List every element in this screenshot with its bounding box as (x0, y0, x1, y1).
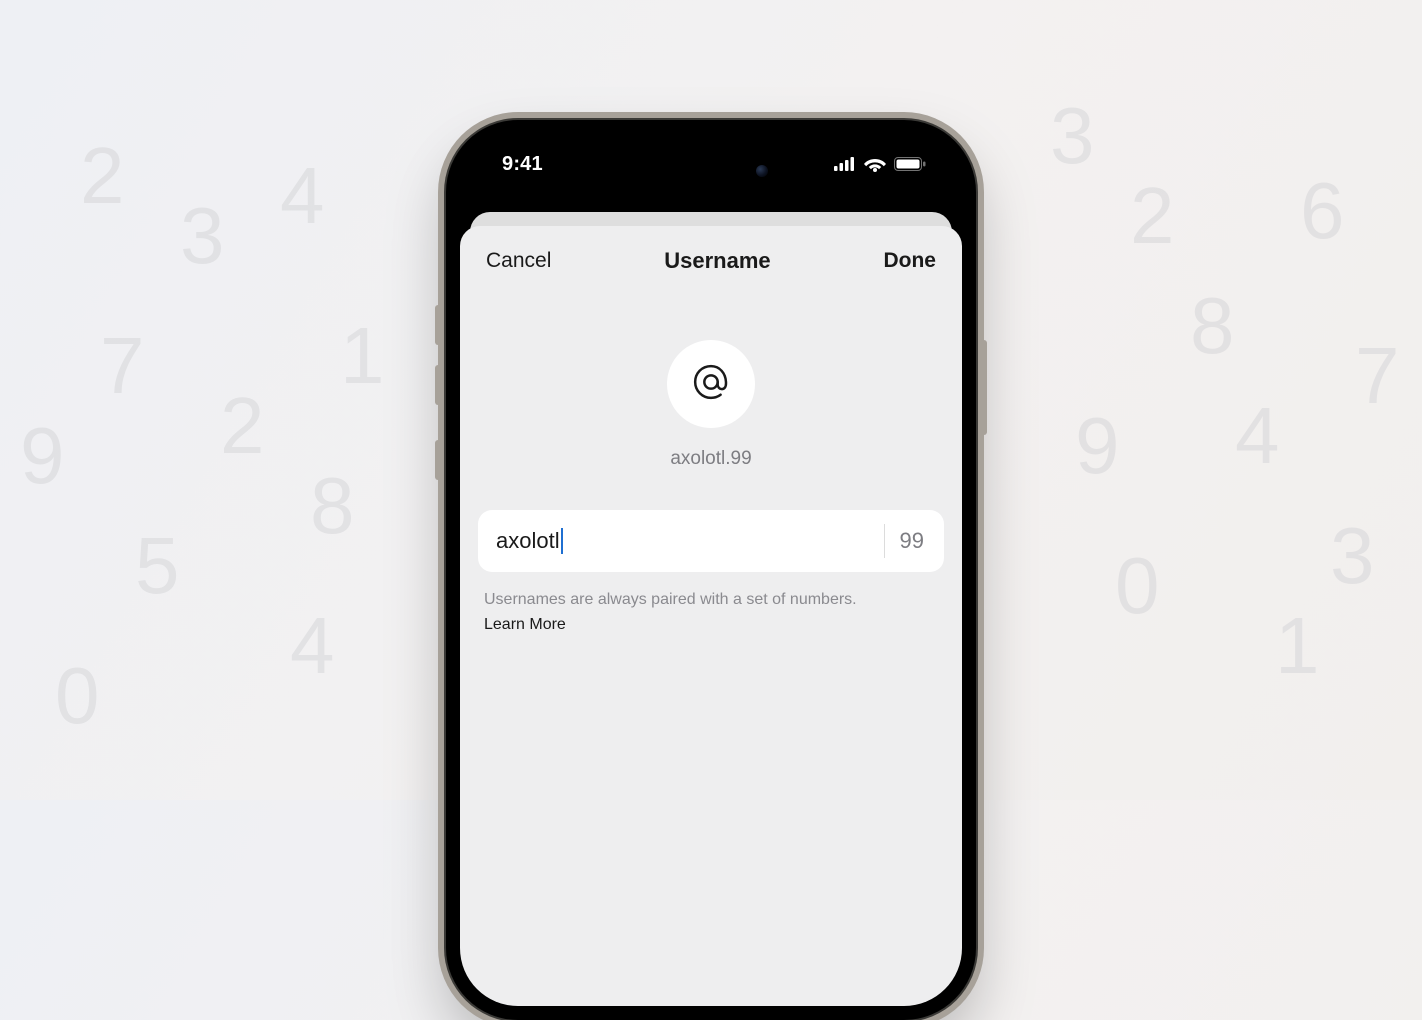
modal-title: Username (664, 248, 770, 274)
username-help: Usernames are always paired with a set o… (478, 588, 944, 638)
bg-digit: 1 (1275, 600, 1320, 692)
bg-digit: 3 (1330, 510, 1375, 602)
bg-digit: 2 (80, 130, 125, 222)
bg-digit: 9 (1075, 400, 1120, 492)
bg-digit: 5 (135, 520, 180, 612)
phone-frame: 9:41 (446, 120, 976, 1020)
bg-digit: 4 (280, 150, 325, 242)
bg-digit: 3 (1050, 90, 1095, 182)
username-input[interactable]: axolotl (478, 510, 884, 572)
bg-digit: 6 (1300, 165, 1345, 257)
username-sheet: Cancel Username Done axolotl.99 axolotl … (460, 226, 962, 1006)
username-input-value: axolotl (496, 528, 560, 554)
bg-digit: 7 (1355, 330, 1400, 422)
bg-digit: 4 (1235, 390, 1280, 482)
status-time: 9:41 (502, 153, 543, 176)
username-avatar (667, 340, 755, 428)
bg-digit: 0 (1115, 540, 1160, 632)
modal-header: Cancel Username Done (478, 226, 944, 292)
bg-digit: 9 (20, 410, 65, 502)
bg-digit: 3 (180, 190, 225, 282)
bg-digit: 0 (55, 650, 100, 742)
learn-more-link[interactable]: Learn More (484, 616, 566, 633)
bg-digit: 4 (290, 600, 335, 692)
username-suffix: 99 (884, 510, 944, 572)
battery-icon (894, 157, 926, 171)
wifi-icon (864, 156, 886, 172)
bg-digit: 1 (340, 310, 385, 402)
text-cursor (561, 528, 563, 554)
cellular-icon (834, 157, 856, 171)
phone-screen: 9:41 (460, 134, 962, 1006)
bg-digit: 2 (1130, 170, 1175, 262)
bg-digit: 7 (100, 320, 145, 412)
username-preview: axolotl.99 (478, 448, 944, 470)
dynamic-island (636, 150, 786, 192)
bg-digit: 2 (220, 380, 265, 472)
at-icon (691, 362, 731, 407)
help-text-label: Usernames are always paired with a set o… (484, 591, 857, 608)
cancel-button[interactable]: Cancel (486, 249, 551, 273)
done-button[interactable]: Done (883, 249, 936, 273)
username-input-row[interactable]: axolotl 99 (478, 510, 944, 572)
bg-digit: 8 (1190, 280, 1235, 372)
bg-digit: 8 (310, 460, 355, 552)
